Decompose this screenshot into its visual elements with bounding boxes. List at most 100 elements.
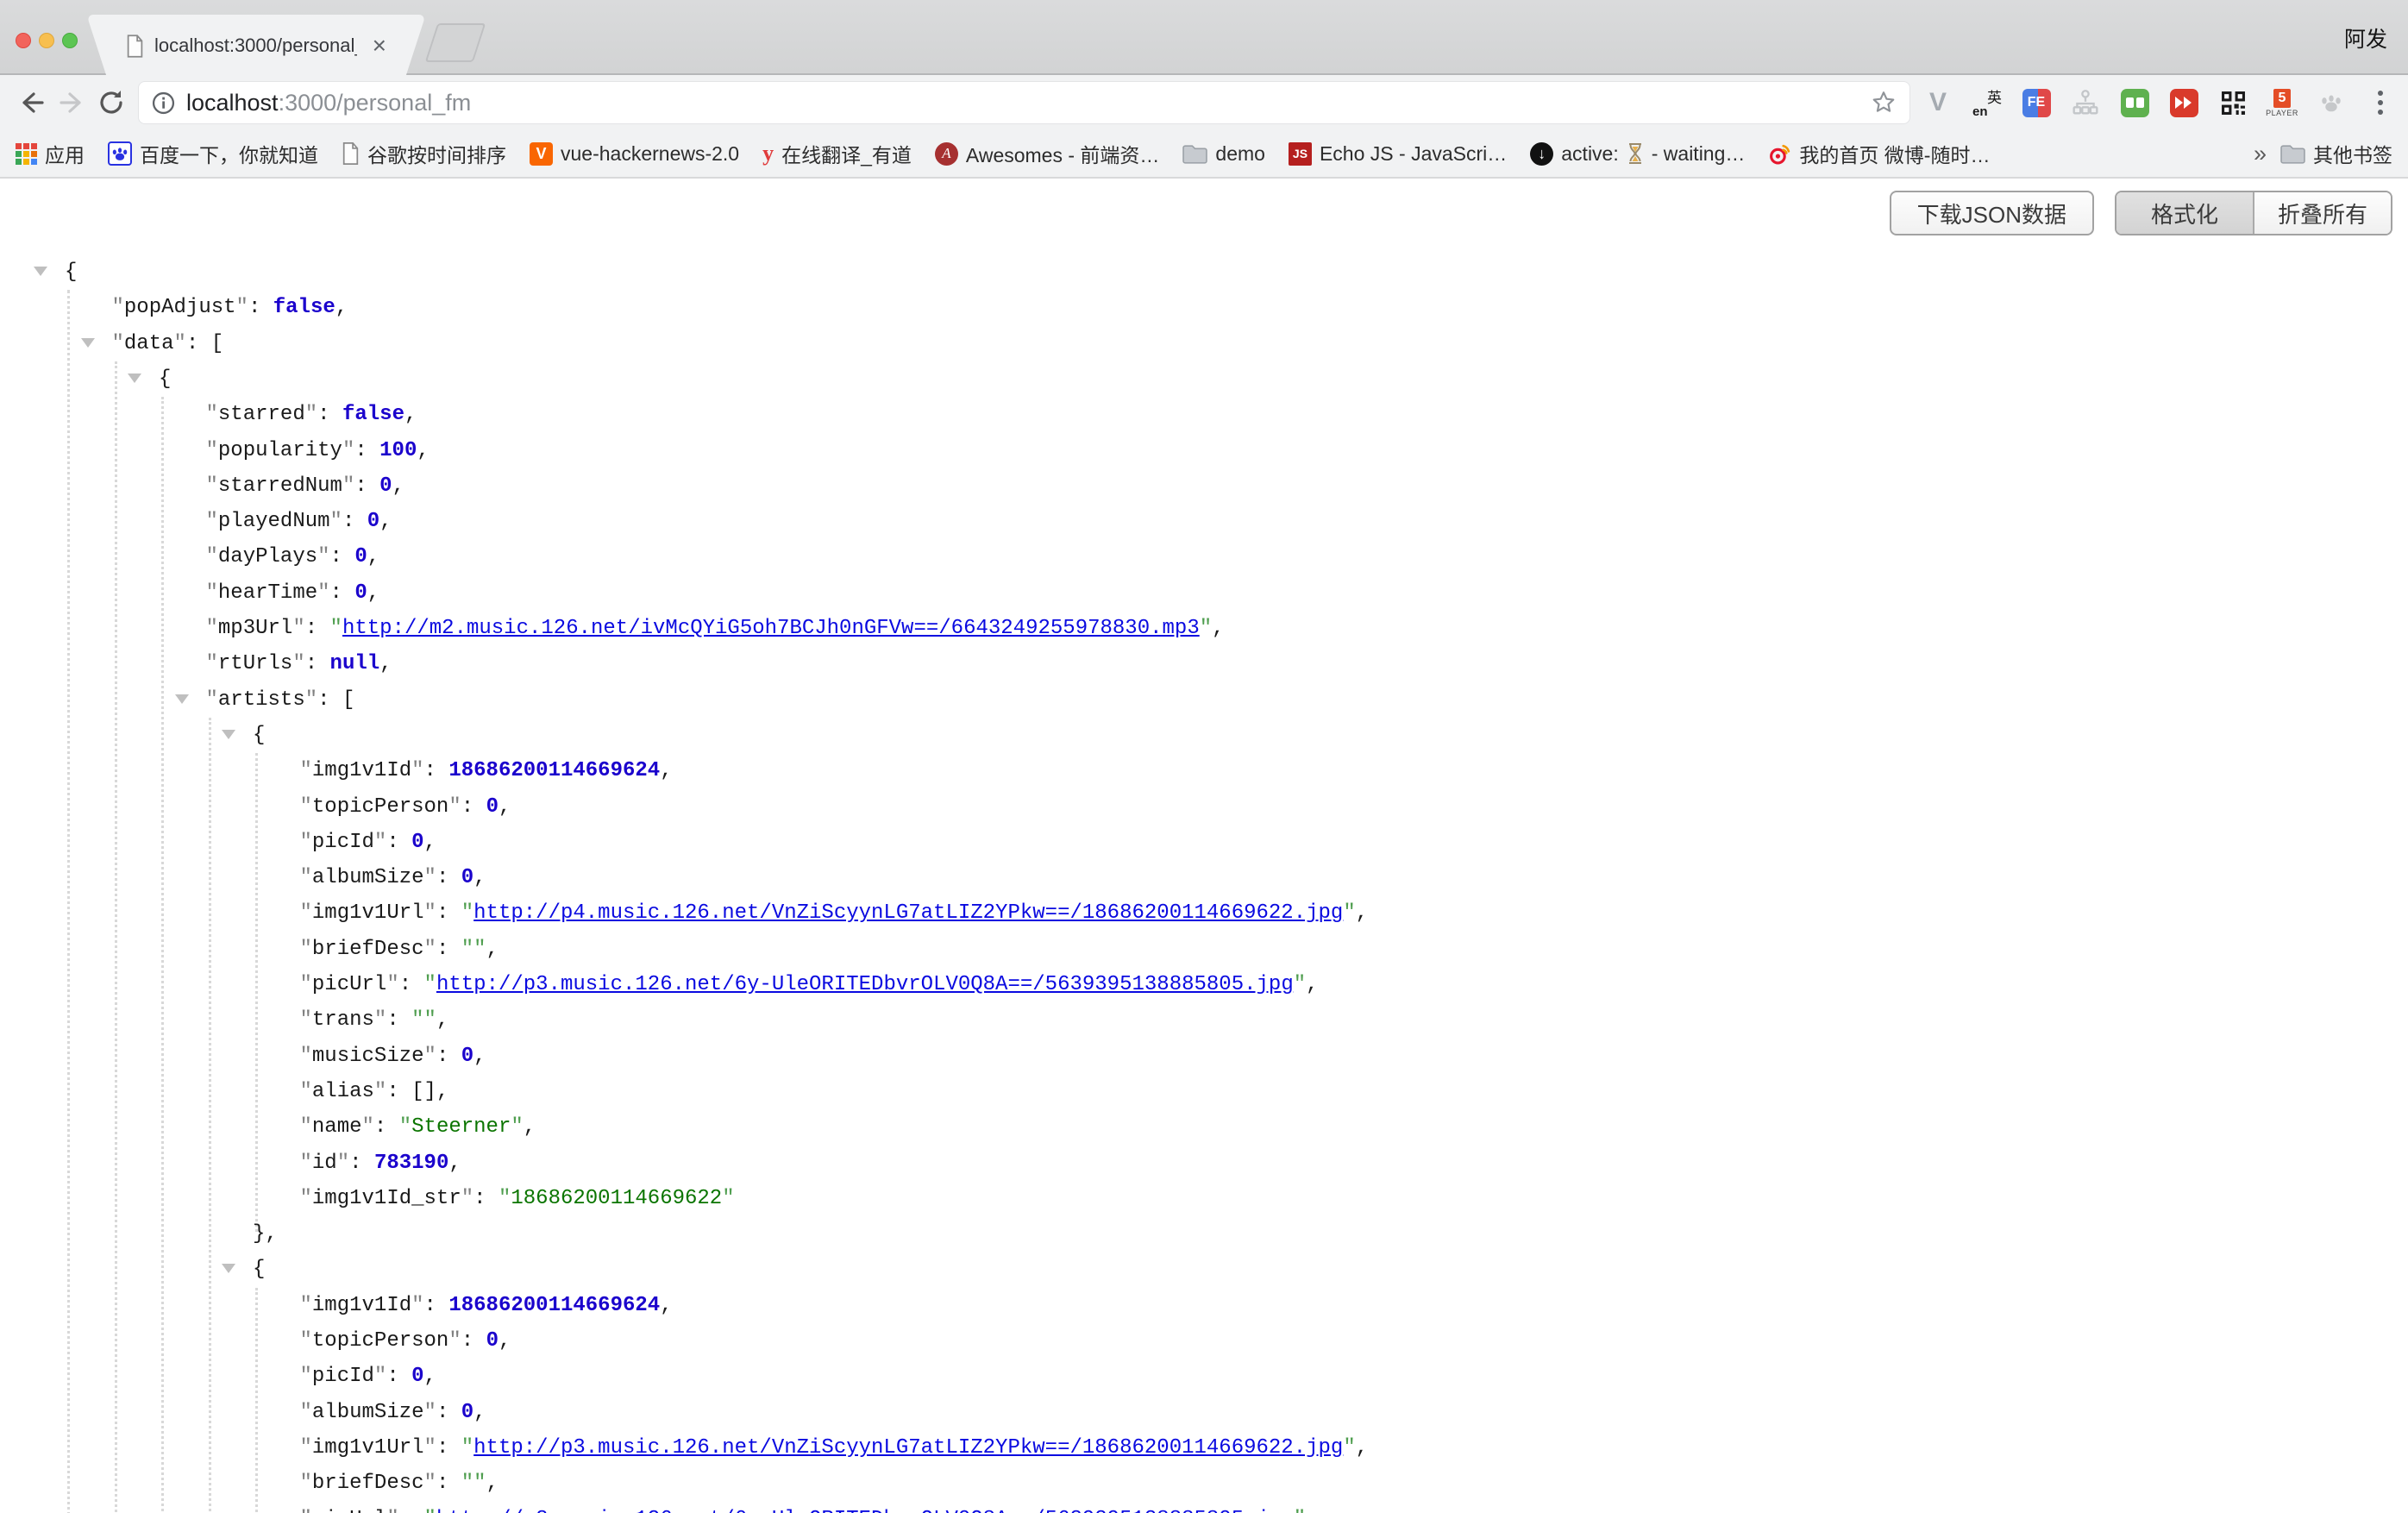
minimize-window-button[interactable] (39, 33, 54, 48)
sitemap-icon (2072, 89, 2099, 116)
bookmark-item[interactable]: JSEcho JS - JavaScri… (1289, 142, 1507, 166)
url-path: :3000/personal_fm (279, 90, 472, 116)
json-null: null (330, 652, 380, 675)
forward-button[interactable] (52, 83, 91, 122)
bookmark-item[interactable]: demo (1182, 142, 1265, 166)
json-comma: , (660, 759, 672, 782)
translate-glyph-top: 英 (1987, 85, 2002, 107)
reload-button[interactable] (91, 83, 131, 122)
json-key-quote: " (461, 1187, 473, 1210)
json-string-quote: " (511, 1115, 523, 1139)
bookmark-item[interactable]: 应用 (16, 139, 85, 168)
json-key-quote: " (300, 1187, 312, 1210)
bookmark-item[interactable]: Vvue-hackernews-2.0 (530, 142, 739, 166)
json-key: id (312, 1152, 337, 1175)
extensions-area: V 英en FE 5PLAYER (1922, 85, 2396, 120)
json-colon: : (436, 901, 461, 925)
browser-tab[interactable]: localhost:3000/personal_fm × (114, 15, 398, 77)
translate-icon-button[interactable]: 英en (1972, 85, 2003, 120)
bookmark-item[interactable]: 我的首页 微博-随时… (1768, 139, 1990, 168)
bookmark-item[interactable]: y在线翻译_有道 (762, 139, 912, 168)
other-bookmarks-label: 其他书签 (2313, 139, 2392, 168)
json-string-quote: " (1343, 1436, 1355, 1460)
json-key-quote: " (300, 831, 312, 854)
collapse-triangle-icon[interactable] (34, 267, 47, 276)
overflow-menu-icon-button[interactable] (2365, 85, 2396, 120)
json-key-quote: " (206, 581, 218, 605)
json-key-quote: " (206, 510, 218, 533)
json-key-quote: " (424, 938, 436, 961)
fe-icon-button[interactable]: FE (2021, 85, 2052, 120)
bookmark-label-suffix: - waiting… (1652, 142, 1746, 166)
html5-player-icon-button[interactable]: 5PLAYER (2267, 85, 2298, 120)
fullscreen-window-button[interactable] (62, 33, 78, 48)
json-bracket: { (253, 1258, 265, 1281)
bookmark-item[interactable]: AAwesomes - 前端资… (935, 139, 1160, 168)
json-url-link[interactable]: http://p3.music.126.net/6y-UleORITEDbvrO… (436, 973, 1294, 996)
json-key-quote: " (300, 1401, 312, 1424)
json-colon: : (399, 973, 424, 996)
json-line: { (0, 1252, 2408, 1287)
json-url-link[interactable]: http://p3.music.126.net/VnZiScyynLG7atLI… (473, 1436, 1343, 1460)
collapse-all-button[interactable]: 折叠所有 (2254, 192, 2391, 234)
bookmarks-bar: 应用百度一下，你就知道谷歌按时间排序 Vvue-hackernews-2.0 y在线… (0, 130, 2408, 179)
other-bookmarks-folder[interactable]: 其他书签 (2280, 139, 2392, 168)
view-mode-toggle: 格式化 折叠所有 (2115, 191, 2392, 235)
json-string-quote: " (1200, 617, 1212, 640)
json-comma: , (424, 1365, 436, 1388)
qr-code-icon-button[interactable] (2217, 85, 2248, 120)
json-line: "topicPerson": 0, (0, 1323, 2408, 1359)
bookmark-item[interactable]: 百度一下，你就知道 (108, 139, 318, 168)
profile-name[interactable]: 阿发 (2344, 22, 2387, 53)
json-key: picUrl (312, 973, 386, 996)
json-comma: , (367, 545, 379, 568)
json-line: }, (0, 1216, 2408, 1252)
vue-devtools-icon-button[interactable]: V (1922, 85, 1953, 120)
bookmarks-overflow-chevron[interactable]: » (2254, 141, 2267, 167)
format-button[interactable]: 格式化 (2116, 192, 2254, 234)
json-num: 0 (411, 831, 423, 854)
json-line: "briefDesc": "", (0, 1466, 2408, 1501)
tab-close-icon[interactable]: × (367, 34, 392, 58)
paw-icon-button[interactable] (2316, 85, 2347, 120)
collapse-triangle-icon[interactable] (128, 374, 141, 383)
bookmark-item[interactable]: 谷歌按时间排序 (342, 139, 506, 168)
json-key-quote: " (317, 581, 329, 605)
back-button[interactable] (12, 83, 52, 122)
json-line: "starredNum": 0, (0, 468, 2408, 504)
json-line: "picUrl": "http://p3.music.126.net/6y-Ul… (0, 1502, 2408, 1513)
new-tab-button[interactable] (425, 23, 486, 62)
page-icon (342, 142, 360, 165)
address-bar[interactable]: localhost:3000/personal_fm (138, 81, 1910, 124)
collapse-triangle-icon[interactable] (222, 730, 235, 739)
json-colon: : (349, 1152, 374, 1175)
json-line: "playedNum": 0, (0, 504, 2408, 539)
json-line: "popAdjust": false, (0, 290, 2408, 325)
json-num: 18686200114669624 (448, 759, 660, 782)
folder-icon (2280, 144, 2305, 164)
download-json-button[interactable]: 下载JSON数据 (1890, 191, 2094, 235)
json-url-link[interactable]: http://p3.music.126.net/6y-UleORITEDbvrO… (436, 1508, 1294, 1513)
html5-shield: 5 (2273, 89, 2291, 108)
json-key: playedNum (218, 510, 330, 533)
json-string-quote: " (424, 973, 436, 996)
collapse-triangle-icon[interactable] (81, 338, 95, 348)
sitemap-icon-button[interactable] (2070, 85, 2101, 120)
collapse-triangle-icon[interactable] (175, 694, 189, 704)
json-url-link[interactable]: http://p4.music.126.net/VnZiScyynLG7atLI… (473, 901, 1343, 925)
json-key-quote: " (300, 759, 312, 782)
collapse-triangle-icon[interactable] (222, 1264, 235, 1273)
apps-grid-icon (16, 143, 37, 165)
json-key: img1v1Url (312, 1436, 424, 1460)
json-string: 18686200114669622 (511, 1187, 722, 1210)
tampermonkey-icon-button[interactable] (2119, 85, 2150, 120)
bookmark-star-icon[interactable] (1871, 90, 1897, 116)
close-window-button[interactable] (16, 33, 31, 48)
page-info-icon[interactable] (152, 91, 175, 115)
json-key-quote: " (411, 1294, 423, 1317)
json-url-link[interactable]: http://m2.music.126.net/ivMcQYiG5oh7BCJh… (342, 617, 1200, 640)
bookmark-item[interactable]: ↓active:- waiting… (1530, 142, 1745, 166)
fast-forward-icon-button[interactable] (2168, 85, 2199, 120)
json-bracket: [ (342, 688, 354, 712)
json-key-quote: " (112, 332, 124, 355)
